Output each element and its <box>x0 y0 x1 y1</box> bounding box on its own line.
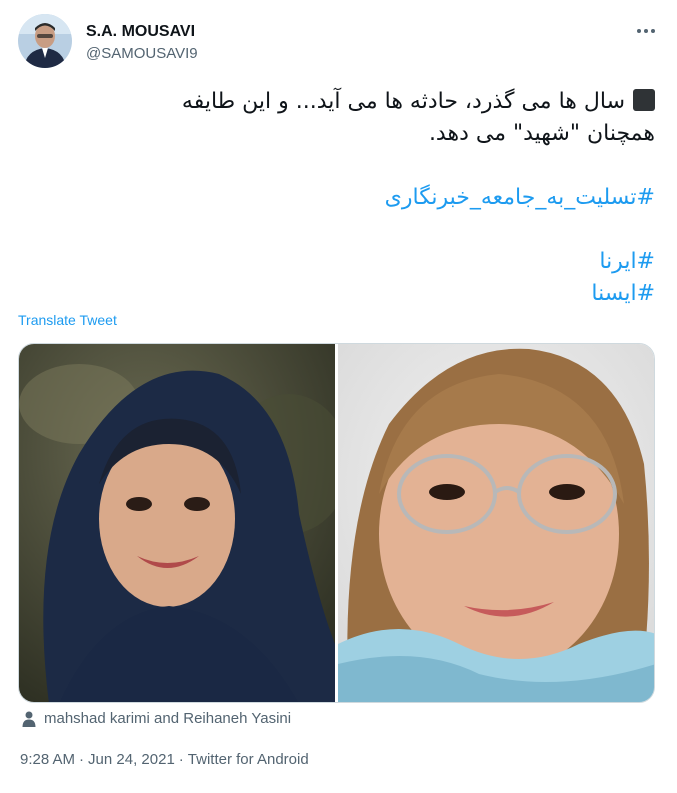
tweet-date[interactable]: Jun 24, 2021 <box>88 751 175 768</box>
avatar[interactable] <box>18 14 72 68</box>
separator: · <box>79 751 85 768</box>
separator: · <box>178 751 184 768</box>
black-square-emoji-icon <box>633 89 655 111</box>
tweet-time[interactable]: 9:28 AM <box>20 751 75 768</box>
tweet-card: S.A. MOUSAVI @SAMOUSAVI9 سال ها می گذرد،… <box>0 0 677 793</box>
tweet-source[interactable]: Twitter for Android <box>188 751 309 768</box>
media-photo-collage <box>19 344 654 702</box>
tweet-media[interactable] <box>18 343 655 703</box>
tweet-metadata: 9:28 AM · Jun 24, 2021 · Twitter for Android <box>18 751 311 768</box>
tweet-header: S.A. MOUSAVI @SAMOUSAVI9 <box>18 14 659 70</box>
hashtag-link[interactable]: #ایسنا <box>591 278 655 310</box>
display-name[interactable]: S.A. MOUSAVI <box>86 22 198 42</box>
tweet-text: سال ها می گذرد، حادثه ها می آید... و این… <box>18 86 655 310</box>
avatar-image <box>18 14 72 68</box>
user-handle[interactable]: @SAMOUSAVI9 <box>86 44 198 64</box>
tweet-text-line-2: همچنان "شهید" می دهد. <box>428 121 655 146</box>
person-icon <box>22 711 36 727</box>
more-horizontal-icon <box>637 29 641 33</box>
translate-tweet-link[interactable]: Translate Tweet <box>18 312 117 328</box>
photo-left <box>19 344 349 702</box>
tagged-people-names: mahshad karimi and Reihaneh Yasini <box>44 710 292 727</box>
hashtag-link[interactable]: #تسلیت_به_جامعه_خبرنگاری <box>385 182 655 214</box>
photo-right <box>338 344 654 702</box>
hashtag-link[interactable]: #ایرنا <box>599 246 655 278</box>
author-names: S.A. MOUSAVI @SAMOUSAVI9 <box>86 22 198 64</box>
tweet-text-line-1: سال ها می گذرد، حادثه ها می آید... و این… <box>181 89 625 114</box>
tagged-people[interactable]: mahshad karimi and Reihaneh Yasini <box>22 710 291 727</box>
more-options-button[interactable] <box>633 18 659 44</box>
